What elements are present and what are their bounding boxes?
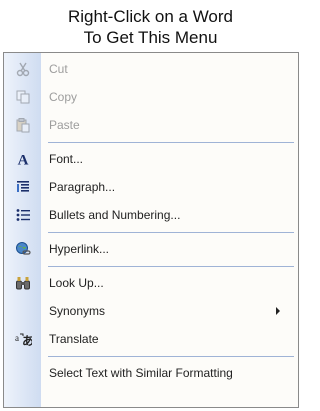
translate-icon: a あ (4, 325, 41, 353)
caption-line-2: To Get This Menu (83, 28, 218, 47)
scissors-icon (4, 55, 41, 83)
menu-item-font[interactable]: A Font... (4, 145, 298, 173)
menu-item-cut[interactable]: Cut (4, 55, 298, 83)
context-menu: Cut Copy Paste A Font... Paragraph... Bu… (3, 52, 299, 408)
menu-item-translate[interactable]: a あ Translate (4, 325, 298, 353)
menu-item-paragraph[interactable]: Paragraph... (4, 173, 298, 201)
menu-item-synonyms[interactable]: Synonyms (4, 297, 298, 325)
menu-separator (48, 356, 294, 357)
menu-item-select-similar-formatting[interactable]: Select Text with Similar Formatting (4, 359, 298, 387)
menu-item-label: Cut (49, 62, 68, 76)
menu-item-label: Hyperlink... (49, 242, 110, 256)
caption-line-1: Right-Click on a Word (67, 7, 234, 26)
menu-item-look-up[interactable]: Look Up... (4, 269, 298, 297)
paste-icon (4, 111, 41, 139)
caption: Right-Click on a Word To Get This Menu (0, 6, 301, 48)
menu-item-paste[interactable]: Paste (4, 111, 298, 139)
hyperlink-icon (4, 235, 41, 263)
menu-separator (48, 142, 294, 143)
menu-item-label: Bullets and Numbering... (49, 208, 181, 222)
copy-icon (4, 83, 41, 111)
menu-item-label: Font... (49, 152, 84, 166)
submenu-arrow-icon (276, 307, 280, 315)
menu-item-label: Copy (49, 90, 78, 104)
font-icon: A (4, 145, 41, 173)
menu-item-label: Synonyms (49, 304, 106, 318)
svg-text:A: A (17, 153, 28, 168)
menu-separator (48, 266, 294, 267)
svg-text:a: a (15, 333, 19, 343)
menu-item-label: Look Up... (49, 276, 104, 290)
menu-separator (48, 232, 294, 233)
menu-item-label: Select Text with Similar Formatting (49, 366, 233, 380)
menu-item-copy[interactable]: Copy (4, 83, 298, 111)
bullets-icon (4, 201, 41, 229)
menu-item-label: Paragraph... (49, 180, 116, 194)
menu-item-label: Paste (49, 118, 80, 132)
binoculars-icon (4, 269, 41, 297)
menu-item-bullets-numbering[interactable]: Bullets and Numbering... (4, 201, 298, 229)
menu-item-hyperlink[interactable]: Hyperlink... (4, 235, 298, 263)
paragraph-icon (4, 173, 41, 201)
menu-item-label: Translate (49, 332, 99, 346)
